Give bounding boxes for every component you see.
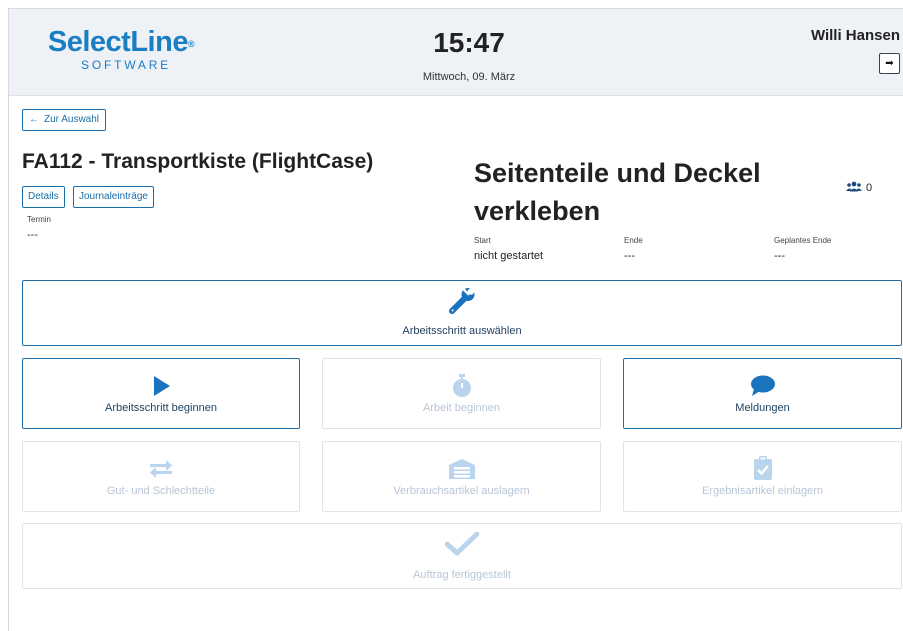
stopwatch-icon: [452, 374, 471, 397]
termin-label: Termin: [27, 215, 52, 224]
selectline-logo: SelectLine® SOFTWARE: [31, 27, 211, 72]
user-area: Willi Hansen ➡: [811, 27, 900, 74]
logo-wordmark: SelectLine®: [47, 26, 195, 58]
logo-subtitle: SOFTWARE: [81, 58, 171, 72]
clock: 15:47 Mittwoch, 09. März: [394, 27, 544, 83]
user-name: Willi Hansen: [810, 27, 900, 44]
back-to-selection-button[interactable]: ← Zur Auswahl: [22, 109, 107, 131]
begin-step-button[interactable]: Arbeitsschritt beginnen: [22, 358, 300, 429]
worker-count: 0: [846, 181, 872, 194]
order-done-button[interactable]: Auftrag fertiggestellt: [22, 523, 902, 589]
planned-end-value: ---: [774, 250, 785, 262]
select-step-label: Arbeitsschritt auswählen: [402, 325, 522, 337]
warehouse-icon: [448, 459, 475, 479]
good-bad-parts-label: Gut- und Schlechtteile: [106, 485, 216, 497]
begin-step-label: Arbeitsschritt beginnen: [105, 402, 217, 414]
planned-end-label: Geplantes Ende: [774, 236, 832, 245]
order-title: FA112 - Transportkiste (FlightCase): [22, 150, 374, 173]
exchange-arrows-icon: [150, 460, 172, 478]
back-button-label: Zur Auswahl: [44, 114, 100, 125]
clock-time: 15:47: [433, 27, 505, 58]
good-bad-parts-button[interactable]: Gut- und Schlechtteile: [22, 441, 300, 512]
speech-bubble-icon: [750, 375, 775, 396]
journal-entries-button[interactable]: Journaleinträge: [73, 186, 154, 208]
termin-value: ---: [27, 229, 38, 241]
results-in-label: Ergebnisartikel einlagern: [701, 485, 824, 497]
step-title: Seitenteile und Deckel verkleben: [474, 158, 761, 226]
consumables-out-label: Verbrauchsartikel auslagern: [393, 485, 530, 497]
arrow-left-icon: ←: [29, 114, 39, 125]
logout-button[interactable]: ➡: [879, 53, 900, 74]
checkmark-icon: [445, 532, 479, 556]
order-done-label: Auftrag fertiggestellt: [413, 569, 511, 581]
start-value: nicht gestartet: [474, 250, 544, 262]
start-label: Start: [474, 236, 491, 245]
frame-left-border: [8, 8, 9, 631]
users-icon: [846, 181, 862, 192]
details-button[interactable]: Details: [22, 186, 65, 208]
clipboard-check-icon: [753, 456, 772, 480]
wrench-icon: [449, 287, 475, 314]
end-value: ---: [624, 250, 635, 262]
select-step-button[interactable]: Arbeitsschritt auswählen: [22, 280, 902, 346]
messages-button[interactable]: Meldungen: [623, 358, 902, 429]
sign-out-icon: ➡: [885, 58, 894, 69]
end-label: Ende: [624, 236, 643, 245]
results-in-button[interactable]: Ergebnisartikel einlagern: [623, 441, 902, 512]
clock-date: Mittwoch, 09. März: [422, 71, 516, 83]
worker-count-value: 0: [866, 182, 873, 194]
begin-work-button[interactable]: Arbeit beginnen: [322, 358, 601, 429]
consumables-out-button[interactable]: Verbrauchsartikel auslagern: [322, 441, 601, 512]
app-header: SelectLine® SOFTWARE 15:47 Mittwoch, 09.…: [9, 9, 903, 96]
begin-work-label: Arbeit beginnen: [422, 402, 501, 414]
messages-label: Meldungen: [735, 402, 790, 414]
play-icon: [154, 376, 170, 396]
